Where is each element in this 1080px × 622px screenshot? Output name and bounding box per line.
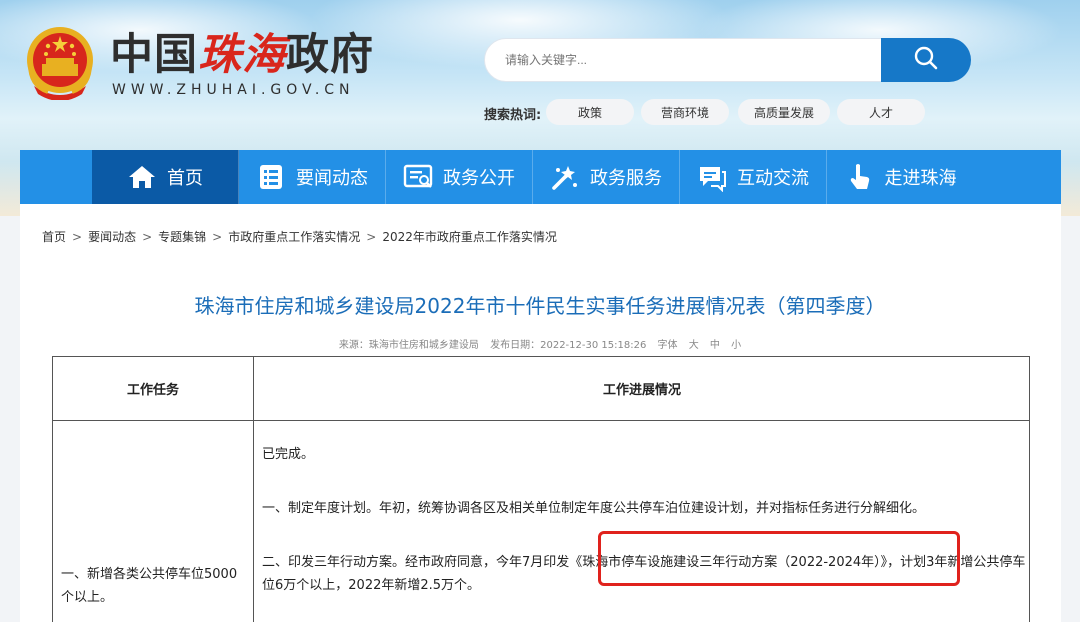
hand-pointer-icon [845,162,875,192]
breadcrumb-separator: > [142,230,153,244]
progress-item-2: 二、印发三年行动方案。经市政府同意，今年7月印发《珠海市停车设施建设三年行动方案… [262,555,1026,593]
nav-item-interaction[interactable]: 互动交流 [680,150,827,204]
font-size-label: 字体 [657,340,678,351]
nav-item-gov-services[interactable]: 政务服务 [533,150,680,204]
site-logo[interactable]: 中国珠海政府 [110,30,374,80]
table-cell-task: 一、新增各类公共停车位5000个以上。 [53,421,254,622]
nav-label: 政务服务 [590,168,662,189]
progress-status: 已完成。 [262,447,315,462]
site-url: WWW.ZHUHAI.GOV.CN [112,82,355,98]
breadcrumb-current[interactable]: 2022年市政府重点工作落实情况 [382,230,557,244]
tools-icon [550,162,580,192]
national-emblem-icon [24,24,96,101]
logo-text-government: 政府 [286,30,374,80]
table-cell-progress: 已完成。 一、制定年度计划。年初，统筹协调各区及相关单位制定年度公共停车泊位建设… [254,421,1030,622]
breadcrumb-news[interactable]: 要闻动态 [88,230,136,244]
nav-label: 政务公开 [443,168,515,189]
breadcrumb-topics[interactable]: 专题集锦 [158,230,206,244]
breadcrumb-separator: > [366,230,377,244]
progress-item-1: 一、制定年度计划。年初，统筹协调各区及相关单位制定年度公共停车泊位建设计划，并对… [262,501,926,516]
breadcrumb: 首页 > 要闻动态 > 专题集锦 > 市政府重点工作落实情况 >2022年市政府重点工作落实情… [42,228,557,245]
table-header-progress: 工作进展情况 [254,357,1030,421]
nav-label: 互动交流 [737,168,809,189]
nav-item-discover-zhuhai[interactable]: 走进珠海 [827,150,974,204]
breadcrumb-key-work[interactable]: 市政府重点工作落实情况 [228,230,360,244]
article-meta: 来源：珠海市住房和城乡建设局 发布日期：2022-12-30 15:18:26 … [0,336,1080,351]
article-date: 发布日期：2022-12-30 15:18:26 [490,340,647,351]
nav-item-news[interactable]: 要闻动态 [239,150,386,204]
font-size-small-button[interactable]: 小 [731,340,741,351]
article-title: 珠海市住房和城乡建设局2022年市十件民生实事任务进展情况表（第四季度） [194,294,886,318]
nav-label: 走进珠海 [884,168,957,189]
nav-label: 要闻动态 [296,168,368,189]
nav-item-home[interactable]: 首页 [92,150,239,204]
font-size-medium-button[interactable]: 中 [710,340,720,351]
progress-table: 工作任务 工作进展情况 一、新增各类公共停车位5000个以上。 已完成。 一、制… [52,356,1030,622]
hot-search-label: 搜索热词: [484,108,542,123]
news-list-icon [256,162,286,192]
chat-icon [697,162,727,192]
table-header-task: 工作任务 [53,357,254,421]
breadcrumb-home[interactable]: 首页 [42,230,66,244]
hot-tag-policy[interactable]: 政策 [546,99,634,125]
home-icon [127,162,157,192]
font-size-large-button[interactable]: 大 [689,340,699,351]
breadcrumb-separator: > [212,230,223,244]
hot-tag-business-environment[interactable]: 营商环境 [641,99,729,125]
document-icon [403,162,433,192]
hot-tag-talent[interactable]: 人才 [837,99,925,125]
nav-label: 首页 [167,168,203,189]
search-input[interactable] [484,38,882,82]
hot-tag-high-quality-development[interactable]: 高质量发展 [738,99,830,125]
search-icon [913,45,939,75]
nav-item-gov-affairs-public[interactable]: 政务公开 [386,150,533,204]
task-text: 一、新增各类公共停车位5000个以上。 [61,567,238,605]
article-source: 来源：珠海市住房和城乡建设局 [338,340,479,351]
breadcrumb-separator: > [72,230,83,244]
logo-text-china: 中国 [110,30,198,80]
search-button[interactable] [881,38,971,82]
logo-text-zhuhai: 珠海 [198,30,286,80]
main-nav: 首页 要闻动态 政务公开 政务服务 互动交流 走进珠海 [20,150,1061,204]
